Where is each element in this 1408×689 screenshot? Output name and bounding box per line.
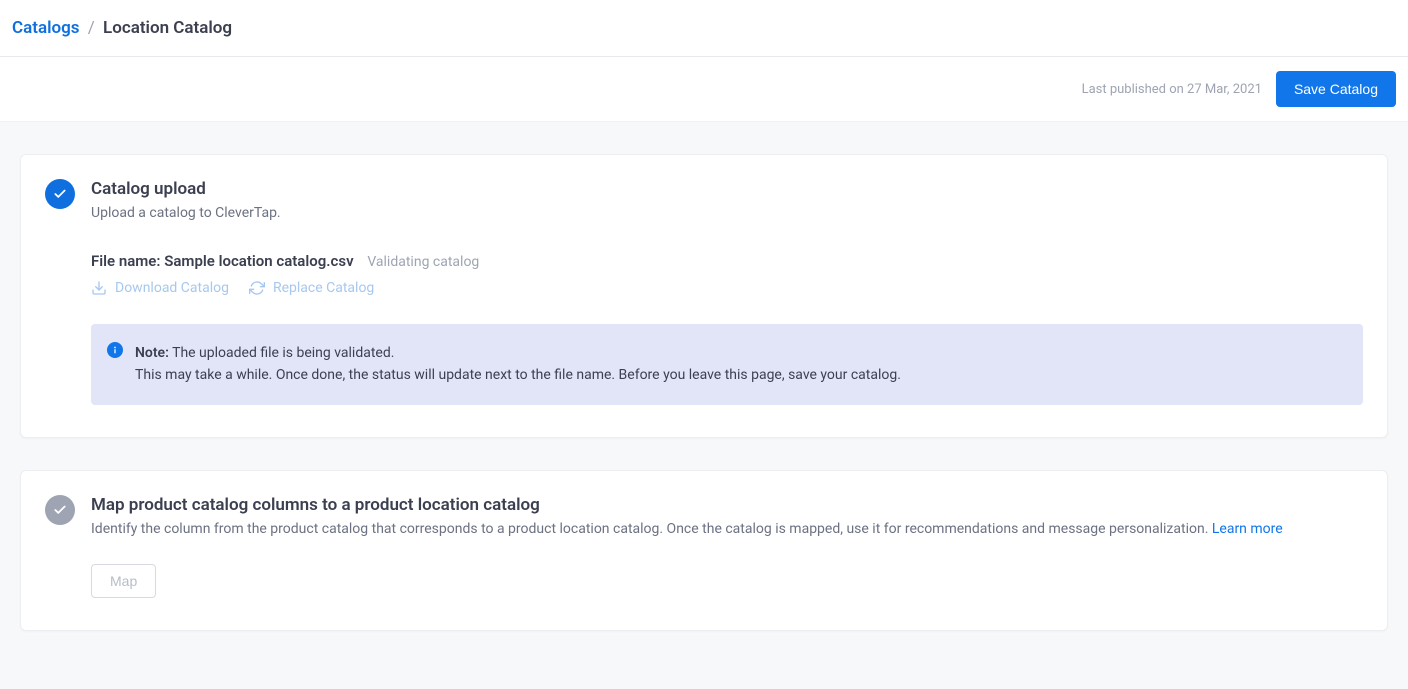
toolbar: Last published on 27 Mar, 2021 Save Cata… xyxy=(0,57,1408,122)
map-columns-subtitle-text: Identify the column from the product cat… xyxy=(91,521,1212,537)
catalog-upload-title: Catalog upload xyxy=(91,179,1363,199)
breadcrumb-root-link[interactable]: Catalogs xyxy=(12,18,80,38)
download-catalog-label: Download Catalog xyxy=(115,280,229,296)
step-complete-icon xyxy=(45,179,75,209)
map-button[interactable]: Map xyxy=(91,564,156,598)
breadcrumb-current: Location Catalog xyxy=(103,18,232,38)
step-pending-icon xyxy=(45,495,75,525)
file-row: File name: Sample location catalog.csv V… xyxy=(91,252,1363,270)
replace-catalog-action[interactable]: Replace Catalog xyxy=(249,280,374,296)
file-name-label: File name: xyxy=(91,252,164,270)
map-columns-title: Map product catalog columns to a product… xyxy=(91,495,1363,515)
note-line-1: The uploaded file is being validated. xyxy=(169,345,395,361)
file-name-value: Sample location catalog.csv xyxy=(164,252,353,270)
note-strong: Note: xyxy=(135,345,169,361)
download-icon xyxy=(91,280,107,296)
last-published-label: Last published on 27 Mar, 2021 xyxy=(1082,82,1262,97)
breadcrumb-separator: / xyxy=(88,18,95,38)
learn-more-link[interactable]: Learn more xyxy=(1212,521,1283,537)
map-columns-subtitle: Identify the column from the product cat… xyxy=(91,519,1363,540)
note-line-2: This may take a while. Once done, the st… xyxy=(135,364,1343,386)
catalog-upload-card: Catalog upload Upload a catalog to Cleve… xyxy=(20,154,1388,438)
replace-catalog-label: Replace Catalog xyxy=(273,280,374,296)
page-body: Catalog upload Upload a catalog to Cleve… xyxy=(0,122,1408,689)
validation-note: Note: The uploaded file is being validat… xyxy=(91,324,1363,405)
refresh-icon xyxy=(249,280,265,296)
info-icon xyxy=(107,342,123,358)
file-status: Validating catalog xyxy=(367,254,479,270)
save-catalog-button[interactable]: Save Catalog xyxy=(1276,71,1396,107)
catalog-upload-subtitle: Upload a catalog to CleverTap. xyxy=(91,203,1363,224)
breadcrumb: Catalogs / Location Catalog xyxy=(0,0,1408,57)
map-columns-card: Map product catalog columns to a product… xyxy=(20,470,1388,631)
download-catalog-action[interactable]: Download Catalog xyxy=(91,280,229,296)
